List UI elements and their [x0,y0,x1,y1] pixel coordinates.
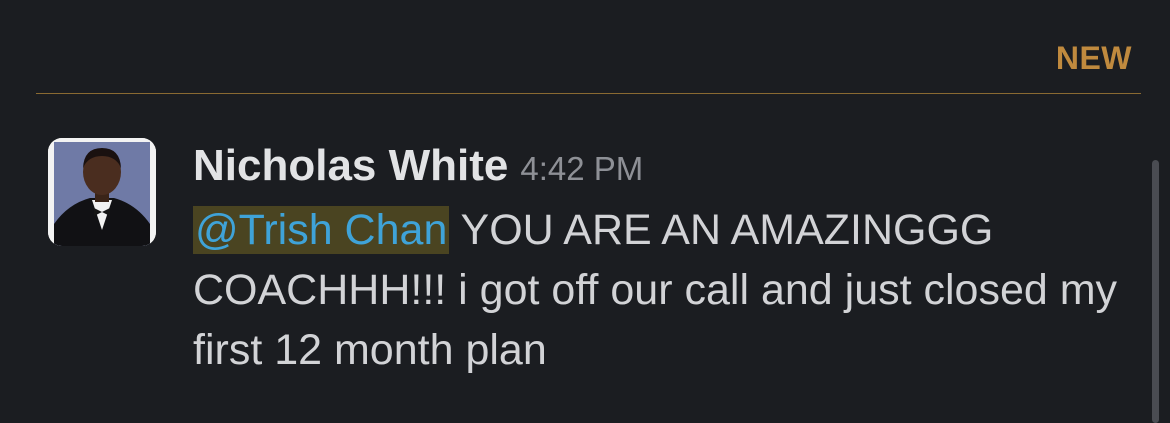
user-mention[interactable]: @Trish Chan [193,206,450,254]
message-header: Nicholas White 4:42 PM [193,138,1123,194]
avatar[interactable] [48,138,156,246]
new-messages-divider [36,93,1141,94]
new-messages-label: NEW [1055,40,1132,76]
avatar-photo [48,138,156,246]
message-content: Nicholas White 4:42 PM @Trish Chan YOU A… [193,138,1123,380]
scrollbar[interactable] [1152,160,1159,423]
message-timestamp[interactable]: 4:42 PM [520,150,643,188]
author-name[interactable]: Nicholas White [193,138,508,194]
chat-screen: NEW Nicholas White 4:42 PM @Trish Chan Y… [0,0,1170,423]
message-body: @Trish Chan YOU ARE AN AMAZINGGG COACHHH… [193,200,1123,380]
